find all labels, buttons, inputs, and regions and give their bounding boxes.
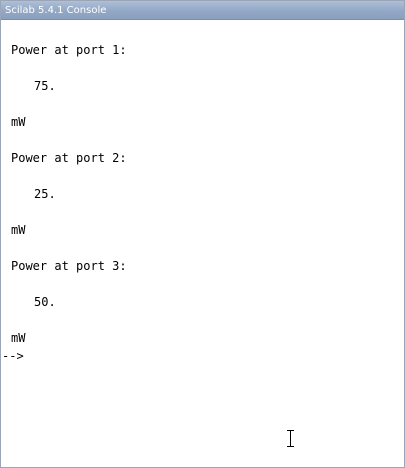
output-value-port-1: 75. bbox=[34, 79, 56, 93]
output-value-port-3: 50. bbox=[34, 295, 56, 309]
console-prompt[interactable]: --> bbox=[2, 349, 24, 363]
output-label-port-1: Power at port 1: bbox=[11, 43, 127, 57]
output-unit-port-2: mW bbox=[11, 223, 26, 237]
console-output-area[interactable]: Power at port 1: 75. mW Power at port 2:… bbox=[1, 21, 404, 467]
output-value-port-2: 25. bbox=[34, 187, 56, 201]
scilab-console-window: Scilab 5.4.1 Console Power at port 1: 75… bbox=[0, 0, 405, 468]
window-titlebar[interactable]: Scilab 5.4.1 Console bbox=[1, 1, 404, 20]
output-unit-port-1: mW bbox=[11, 115, 26, 129]
text-cursor-icon bbox=[287, 430, 294, 447]
output-label-port-2: Power at port 2: bbox=[11, 151, 127, 165]
output-label-port-3: Power at port 3: bbox=[11, 259, 127, 273]
window-title: Scilab 5.4.1 Console bbox=[5, 5, 107, 16]
output-unit-port-3: mW bbox=[11, 331, 26, 345]
